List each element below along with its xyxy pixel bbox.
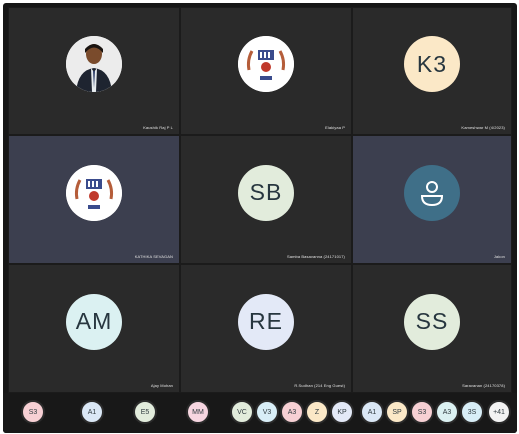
avatar-initials-text: SB (249, 179, 283, 206)
avatar-initials: SB (238, 164, 294, 221)
participant-chip[interactable]: A1 (80, 400, 104, 424)
chip-initials: A3 (287, 408, 297, 416)
avatar-icon (404, 164, 460, 221)
participant-name: R.Sudhan (214 Eng Guest) (294, 383, 345, 388)
participant-chip[interactable]: V3 (255, 400, 279, 424)
avatar-logo (66, 164, 122, 221)
chip-initials: KP (337, 408, 347, 416)
participant-name: KATHIKA SEVAGAN (134, 254, 173, 259)
chip-initials: S3 (417, 408, 427, 416)
participant-chip[interactable]: A3 (280, 400, 304, 424)
avatar-initials: SS (404, 293, 460, 350)
participant-tile[interactable]: SS Saravanan (24170378) (352, 264, 512, 393)
participant-tile[interactable]: K3 Kameshwar M (4/2023) (352, 7, 512, 135)
avatar-initials-text: AM (75, 308, 113, 335)
participant-name: Samba Basavanna (24171017) (287, 254, 345, 259)
participant-tile[interactable]: RE R.Sudhan (214 Eng Guest) (180, 264, 352, 393)
participant-chip[interactable]: S3 (410, 400, 434, 424)
chip-initials: Z (314, 408, 320, 416)
participant-grid: Kaushik Raj P L Elakiyaa P K3 Kameshwar … (8, 7, 512, 393)
avatar-initials-text: K3 (416, 50, 448, 77)
chip-initials: SP (392, 408, 402, 416)
chip-initials: S3 (28, 408, 38, 416)
chip-initials: 3S (467, 408, 477, 416)
participant-tile[interactable]: SB Samba Basavanna (24171017) (180, 135, 352, 264)
participant-name: Saravanan (24170378) (462, 383, 505, 388)
chip-initials: E5 (140, 408, 150, 416)
participant-strip: S3 A1 E5 MM VC V3 A3 Z KP A1 SP S3 A3 3S… (3, 393, 517, 433)
participant-chip[interactable]: 3S (460, 400, 484, 424)
participant-tile[interactable]: KATHIKA SEVAGAN (8, 135, 180, 264)
avatar-photo (66, 36, 122, 93)
meeting-stage: Kaushik Raj P L Elakiyaa P K3 Kameshwar … (3, 3, 517, 433)
participant-name: Elakiyaa P (325, 125, 345, 130)
chip-initials: A1 (367, 408, 377, 416)
participant-tile[interactable]: AM Ajay Mohan (8, 264, 180, 393)
participant-name: Jakon (493, 254, 505, 259)
chip-initials: V3 (262, 408, 272, 416)
participant-chip[interactable]: A3 (435, 400, 459, 424)
chip-initials: A3 (442, 408, 452, 416)
participant-chip[interactable]: E5 (133, 400, 157, 424)
participant-chip[interactable]: SP (385, 400, 409, 424)
user-silhouette-icon (420, 180, 444, 206)
chip-initials: +41 (493, 408, 505, 416)
participant-chip[interactable]: MM (186, 400, 210, 424)
chip-initials: MM (192, 408, 204, 416)
avatar-initials: K3 (404, 36, 460, 93)
chip-initials: A1 (87, 408, 97, 416)
participant-tile[interactable]: Jakon (352, 135, 512, 264)
participant-chip[interactable]: KP (330, 400, 354, 424)
avatar-logo (238, 36, 294, 93)
chip-initials: VC (237, 408, 247, 416)
participant-chip[interactable]: Z (305, 400, 329, 424)
avatar-initials: AM (66, 293, 122, 350)
more-participants-chip[interactable]: +41 (487, 400, 511, 424)
participant-name: Kameshwar M (4/2023) (461, 125, 505, 130)
participant-name: Kaushik Raj P L (143, 125, 173, 130)
participant-name: Ajay Mohan (150, 383, 173, 388)
participant-tile[interactable]: Kaushik Raj P L (8, 7, 180, 135)
avatar-initials: RE (238, 293, 294, 350)
participant-chip[interactable]: A1 (360, 400, 384, 424)
avatar-initials-text: RE (249, 308, 283, 335)
avatar-initials-text: SS (415, 308, 449, 335)
participant-tile[interactable]: Elakiyaa P (180, 7, 352, 135)
participant-chip[interactable]: S3 (21, 400, 45, 424)
participant-chip[interactable]: VC (230, 400, 254, 424)
